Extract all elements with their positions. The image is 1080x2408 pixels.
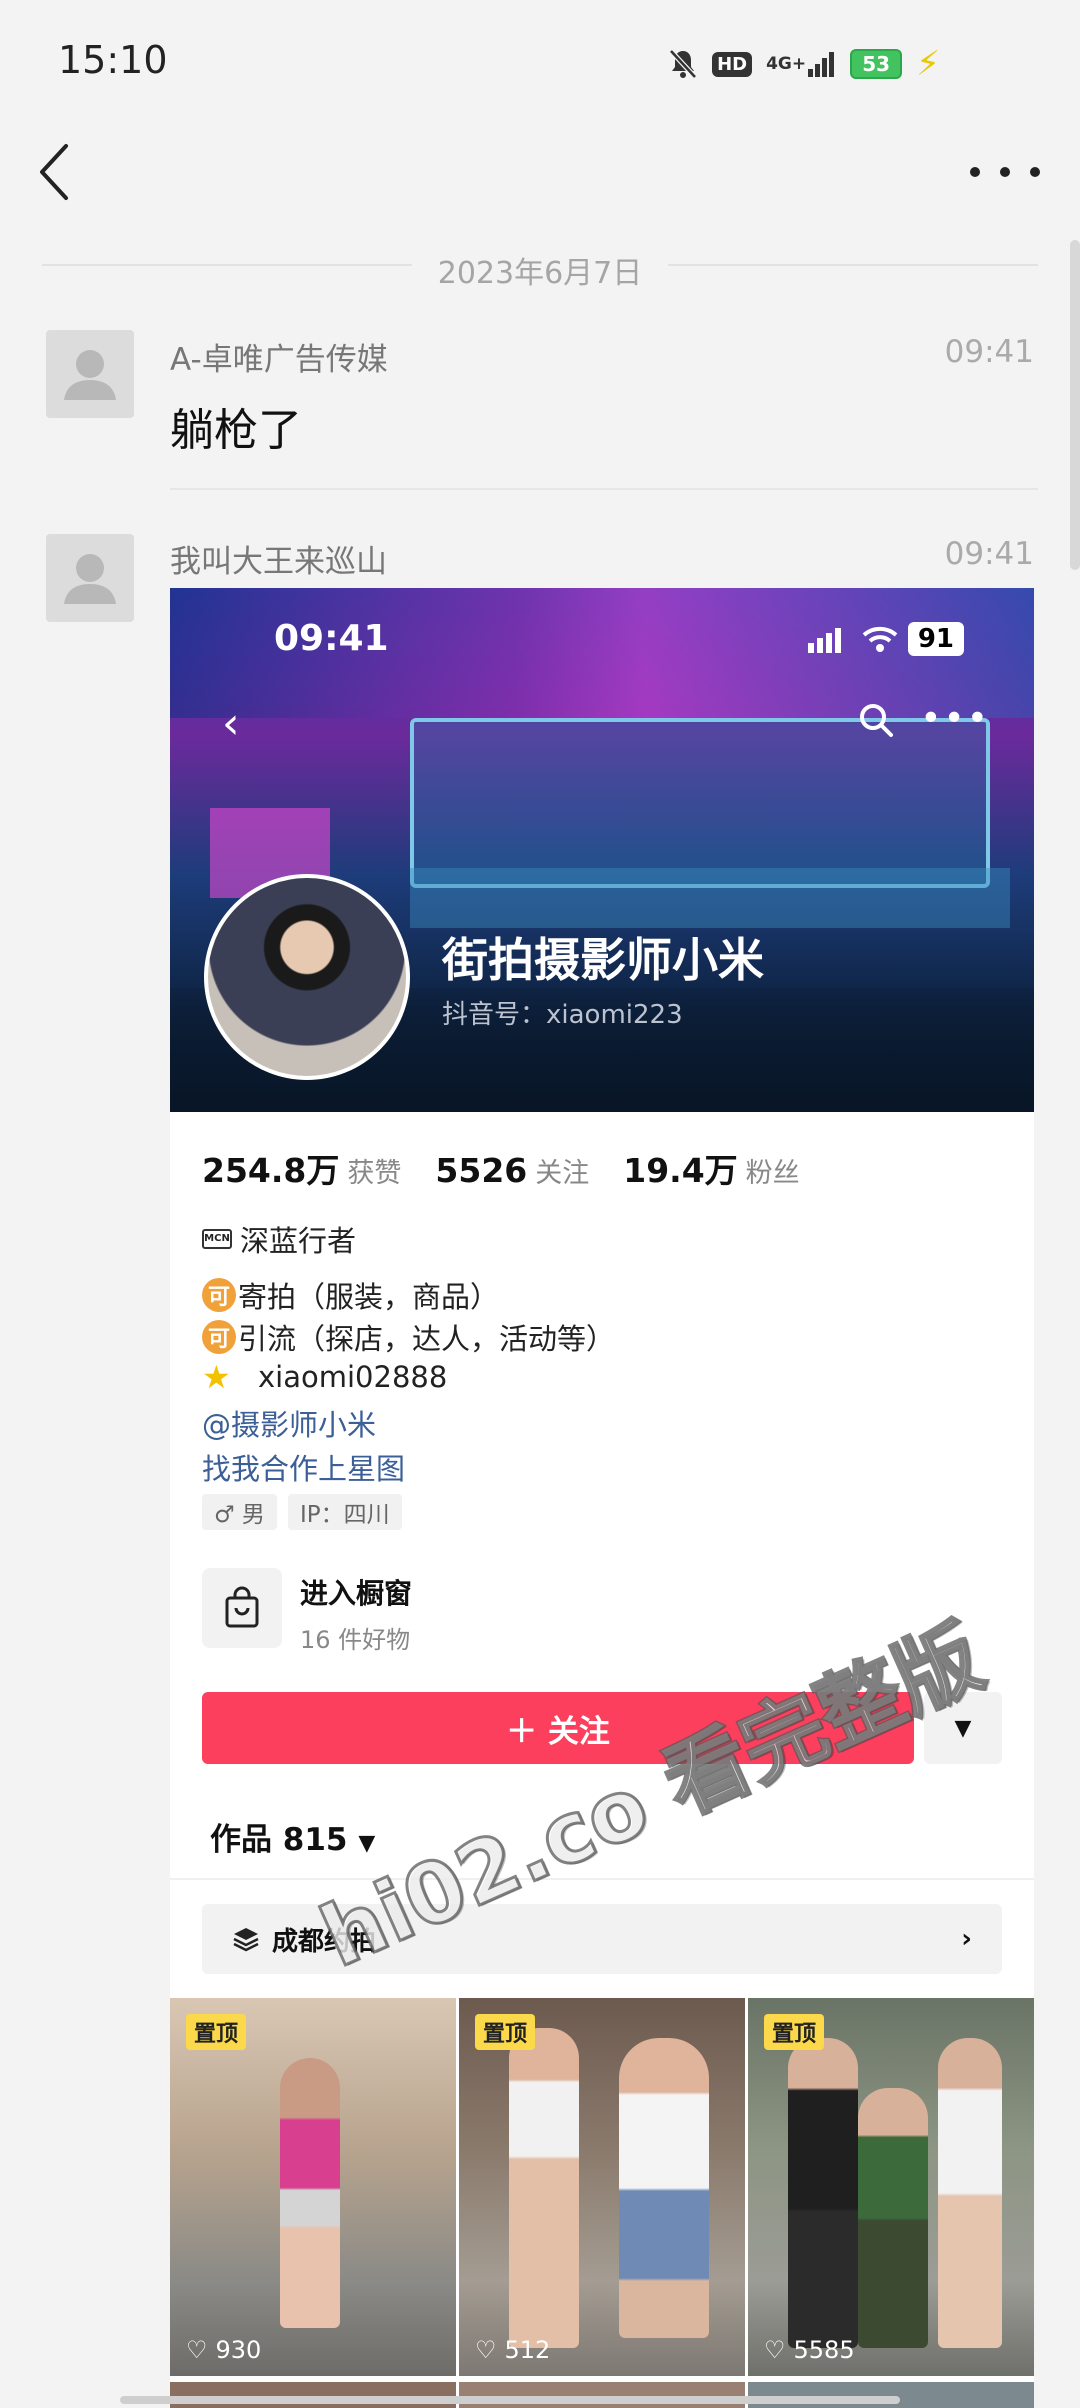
message-text[interactable]: 躺枪了 <box>170 394 302 458</box>
person-figure <box>938 2038 1002 2348</box>
like-count: ♡ 930 <box>186 2336 261 2364</box>
profile-cover: 09:41 91 ‹ ••• 街拍摄影师小米 抖音号：xiaomi223 <box>170 588 1034 1112</box>
heart-icon: ♡ <box>475 2336 497 2364</box>
status-time: 15:10 <box>58 38 168 82</box>
video-thumbnail <box>170 2382 456 2408</box>
video-thumbnail: 置顶 ♡ 5585 <box>748 1998 1034 2376</box>
horizontal-scrollbar[interactable] <box>120 2396 900 2404</box>
stat-label: 关注 <box>535 1158 590 1189</box>
person-figure <box>858 2088 928 2348</box>
xingtu-link: 找我合作上星图 <box>202 1452 406 1486</box>
sender-name: A-卓唯广告传媒 <box>170 342 388 378</box>
works-label: 作品 815 <box>210 1822 348 1858</box>
bus-shape <box>410 718 990 888</box>
pinned-badge: 置顶 <box>475 2014 536 2050</box>
mcn-line: MCN 深蓝行者 <box>202 1218 356 1260</box>
stat-label: 粉丝 <box>745 1158 800 1189</box>
message-time: 09:41 <box>944 536 1034 572</box>
contact-line: ★ xiaomi02888 <box>202 1358 447 1396</box>
gender-tag: ♂ 男 <box>202 1494 277 1530</box>
like-count-value: 512 <box>504 2336 551 2364</box>
avatar[interactable] <box>46 330 134 418</box>
stat-likes: 254.8万 获赞 <box>202 1144 401 1192</box>
stat-value: 19.4万 <box>623 1151 738 1190</box>
hd-icon: HD <box>712 47 753 81</box>
like-count: ♡ 512 <box>475 2336 550 2364</box>
dot <box>1000 167 1010 177</box>
hd-label: HD <box>712 51 753 77</box>
shop-subtitle: 16 件好物 <box>300 1626 411 1654</box>
ip-tag: IP：四川 <box>288 1494 402 1530</box>
bio-line: 可 寄拍（服装，商品） <box>202 1274 499 1316</box>
network-label: 4G+ <box>766 54 807 74</box>
battery-icon: 53 <box>850 49 903 79</box>
shop-icon <box>202 1568 282 1648</box>
screenshot-image[interactable]: 09:41 91 ‹ ••• 街拍摄影师小米 抖音号：xiaomi223 254… <box>170 588 1034 2408</box>
heart-icon: ♡ <box>764 2336 786 2364</box>
heart-icon: ♡ <box>186 2336 208 2364</box>
stat-followers: 19.4万 粉丝 <box>623 1144 799 1192</box>
person-figure <box>788 2038 858 2348</box>
stat-value: 5526 <box>435 1151 528 1190</box>
person-figure <box>280 2058 340 2328</box>
phone-battery: 91 <box>907 622 964 656</box>
bio-text: 寄拍（服装，商品） <box>238 1280 500 1314</box>
pinned-badge: 置顶 <box>764 2014 825 2050</box>
profile-more-icon: ••• <box>920 698 990 739</box>
message-time: 09:41 <box>944 334 1034 370</box>
coin-icon: 可 <box>202 1278 236 1312</box>
profile-search-icon <box>858 702 894 747</box>
status-icons: HD 4G+ 53 ⚡ <box>668 44 940 84</box>
profile-nickname: 街拍摄影师小米 <box>442 933 764 987</box>
phone-time: 09:41 <box>274 618 389 659</box>
star-icon: ★ <box>202 1358 231 1396</box>
stat-following: 5526 关注 <box>435 1151 589 1190</box>
layers-icon <box>233 1928 259 1952</box>
profile-stats: 254.8万 获赞 5526 关注 19.4万 粉丝 <box>202 1144 800 1192</box>
mcn-icon: MCN <box>202 1229 232 1249</box>
stat-label: 获赞 <box>347 1158 402 1189</box>
charging-icon: ⚡ <box>916 44 940 84</box>
person-figure <box>619 2038 709 2338</box>
like-count-value: 5585 <box>793 2336 855 2364</box>
video-thumbnail: 置顶 ♡ 930 <box>170 1998 456 2376</box>
profile-avatar <box>204 874 410 1080</box>
sender-name: 我叫大王来巡山 <box>170 544 387 580</box>
mute-icon <box>668 47 698 81</box>
phone-status-icons: 91 <box>807 622 964 656</box>
like-count: ♡ 5585 <box>764 2336 855 2364</box>
dot <box>1030 167 1040 177</box>
back-button[interactable] <box>30 140 80 204</box>
chevron-right-icon: › <box>961 1924 972 1954</box>
mention-link: @摄影师小米 <box>202 1408 377 1442</box>
message-separator <box>170 488 1038 490</box>
bio-text: 引流（探店，达人，活动等） <box>238 1322 616 1356</box>
avatar[interactable] <box>46 534 134 622</box>
more-options-button[interactable] <box>970 150 1040 194</box>
phone-signal-icon <box>807 628 841 653</box>
dot <box>970 167 980 177</box>
date-label: 2023年6月7日 <box>419 256 661 291</box>
works-tab: 作品 815 ▼ <box>210 1814 375 1859</box>
video-grid: 置顶 ♡ 930 置顶 ♡ 512 置顶 ♡ 5585 <box>170 1998 1034 2408</box>
coin-icon: 可 <box>202 1320 236 1354</box>
contact-text: xiaomi02888 <box>258 1360 448 1394</box>
bus-lower <box>410 868 1010 928</box>
shop-title: 进入橱窗 <box>300 1577 413 1610</box>
person-figure <box>509 2028 579 2348</box>
video-thumbnail <box>748 2382 1034 2408</box>
date-divider: 2023年6月7日 <box>0 248 1080 292</box>
video-thumbnail <box>459 2382 745 2408</box>
bio-line: 可 引流（探店，达人，活动等） <box>202 1316 615 1358</box>
signal-icon: 4G+ <box>766 47 836 81</box>
scrollbar[interactable] <box>1070 240 1080 570</box>
video-thumbnail: 置顶 ♡ 512 <box>459 1998 745 2376</box>
mcn-name: 深蓝行者 <box>240 1224 357 1258</box>
like-count-value: 930 <box>215 2336 262 2364</box>
profile-back-icon: ‹ <box>222 698 240 749</box>
stat-value: 254.8万 <box>202 1151 340 1190</box>
pinned-badge: 置顶 <box>186 2014 247 2050</box>
douyin-id: 抖音号：xiaomi223 <box>442 1000 683 1030</box>
phone-wifi-icon <box>862 626 898 652</box>
